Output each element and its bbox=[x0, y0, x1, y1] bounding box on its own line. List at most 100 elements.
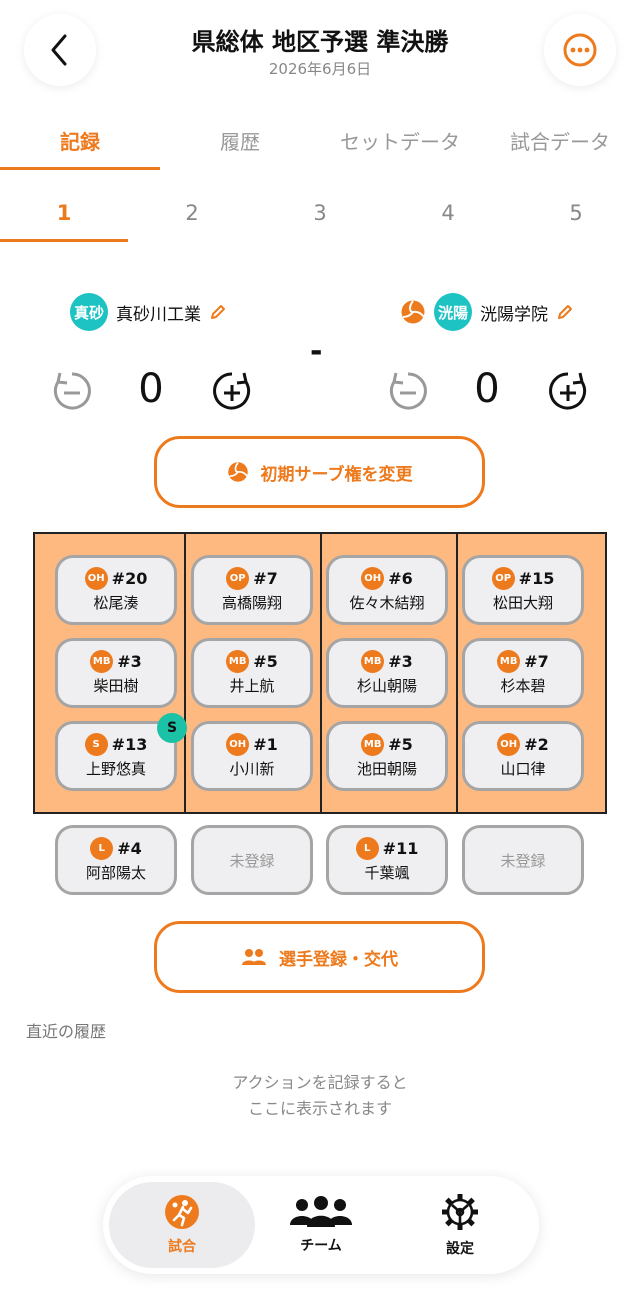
tabbar-item-settings[interactable]: 設定 bbox=[387, 1182, 533, 1268]
libero-slot[interactable]: L #4 阿部陽太 bbox=[55, 825, 177, 895]
edit-away-team-icon[interactable] bbox=[556, 303, 574, 321]
more-button[interactable] bbox=[544, 14, 616, 86]
users-icon bbox=[242, 949, 266, 965]
history-empty-message: アクションを記録すると ここに表示されます bbox=[0, 1070, 640, 1122]
tab-history[interactable]: 履歴 bbox=[160, 118, 320, 170]
court-player[interactable]: MB #7 杉本碧 bbox=[462, 638, 584, 708]
player-name: 山口律 bbox=[500, 760, 546, 778]
home-team-badge: 真砂 bbox=[70, 293, 108, 331]
tabbar-item-match[interactable]: 試合 bbox=[109, 1182, 255, 1268]
tab-record[interactable]: 記録 bbox=[0, 118, 160, 170]
tab-set-data[interactable]: セットデータ bbox=[320, 118, 480, 170]
net-line bbox=[320, 534, 322, 812]
position-badge: OP bbox=[491, 567, 515, 590]
add-point-icon bbox=[549, 372, 587, 410]
player-number: #11 bbox=[382, 839, 419, 858]
player-name: 井上航 bbox=[229, 677, 275, 695]
home-team: 真砂 真砂川工業 bbox=[70, 293, 227, 331]
position-badge: MB bbox=[497, 650, 521, 673]
court-player[interactable]: MB #5 井上航 bbox=[191, 638, 313, 708]
player-number: #20 bbox=[111, 569, 148, 588]
away-score-decrement-button[interactable] bbox=[388, 370, 428, 416]
player-name: 阿部陽太 bbox=[85, 864, 146, 882]
tabbar-label: 設定 bbox=[446, 1241, 474, 1257]
libero-slot-empty[interactable]: 未登録 bbox=[191, 825, 313, 895]
player-number: #6 bbox=[388, 569, 413, 588]
team-icon bbox=[290, 1196, 352, 1227]
position-badge: OH bbox=[226, 733, 250, 756]
away-team: 洸陽 洸陽学院 bbox=[400, 293, 574, 331]
tabbar-label: チーム bbox=[300, 1238, 342, 1254]
position-badge: OH bbox=[361, 567, 385, 590]
more-icon bbox=[563, 33, 597, 67]
unregistered-label: 未登録 bbox=[229, 851, 275, 870]
set-tabs: 1 2 3 4 5 bbox=[0, 190, 640, 242]
court-player[interactable]: OH #20 松尾湊 bbox=[55, 555, 177, 625]
history-empty-line-2: ここに表示されます bbox=[247, 1099, 392, 1118]
court-player[interactable]: OP #7 高橋陽翔 bbox=[191, 555, 313, 625]
position-badge: MB bbox=[361, 733, 385, 756]
player-name: 杉本碧 bbox=[500, 677, 546, 695]
volleyball-icon bbox=[227, 462, 248, 482]
away-score: 0 bbox=[474, 366, 500, 412]
undo-minus-icon bbox=[53, 372, 91, 410]
set-tab-4[interactable]: 4 bbox=[384, 190, 512, 242]
home-score-decrement-button[interactable] bbox=[52, 370, 92, 416]
player-number: #1 bbox=[253, 735, 278, 754]
court-player[interactable]: MB #3 柴田樹 bbox=[55, 638, 177, 708]
bottom-tab-bar: 試合 チーム 設定 bbox=[103, 1176, 539, 1274]
player-number: #2 bbox=[524, 735, 549, 754]
unregistered-label: 未登録 bbox=[500, 851, 546, 870]
home-score: 0 bbox=[138, 366, 164, 412]
player-number: #4 bbox=[117, 839, 142, 858]
edit-home-team-icon[interactable] bbox=[209, 303, 227, 321]
player-number: #3 bbox=[117, 652, 142, 671]
change-serve-button[interactable]: 初期サーブ権を変更 bbox=[154, 436, 485, 508]
position-badge: MB bbox=[90, 650, 114, 673]
recent-history-label: 直近の履歴 bbox=[26, 1022, 107, 1041]
player-name: 高橋陽翔 bbox=[221, 594, 282, 612]
player-number: #3 bbox=[388, 652, 413, 671]
player-name: 上野悠真 bbox=[85, 760, 146, 778]
score-separator: - bbox=[310, 334, 323, 369]
court-player[interactable]: MB #3 杉山朝陽 bbox=[326, 638, 448, 708]
set-tab-2[interactable]: 2 bbox=[128, 190, 256, 242]
away-team-name: 洸陽学院 bbox=[480, 304, 548, 325]
match-date: 2026年6月6日 bbox=[268, 60, 372, 78]
court-player[interactable]: MB #5 池田朝陽 bbox=[326, 721, 448, 791]
player-number: #7 bbox=[253, 569, 278, 588]
volleyball-player-icon bbox=[165, 1195, 199, 1229]
register-substitute-button[interactable]: 選手登録・交代 bbox=[154, 921, 485, 993]
player-number: #5 bbox=[253, 652, 278, 671]
player-name: 杉山朝陽 bbox=[356, 677, 417, 695]
position-badge: OH bbox=[497, 733, 521, 756]
away-team-badge: 洸陽 bbox=[434, 293, 472, 331]
server-badge: S bbox=[157, 713, 187, 743]
position-badge: OP bbox=[226, 567, 250, 590]
court-player[interactable]: OH #6 佐々木結翔 bbox=[326, 555, 448, 625]
court-line bbox=[184, 534, 186, 812]
home-score-increment-button[interactable] bbox=[212, 370, 252, 416]
home-team-name: 真砂川工業 bbox=[116, 304, 201, 325]
court-player[interactable]: OP #15 松田大翔 bbox=[462, 555, 584, 625]
serve-volleyball-icon bbox=[401, 300, 425, 324]
libero-slot[interactable]: L #11 千葉颯 bbox=[326, 825, 448, 895]
set-tab-1[interactable]: 1 bbox=[0, 190, 128, 242]
set-tab-3[interactable]: 3 bbox=[256, 190, 384, 242]
player-name: 千葉颯 bbox=[364, 864, 410, 882]
player-name: 松田大翔 bbox=[492, 594, 553, 612]
player-name: 池田朝陽 bbox=[356, 760, 417, 778]
court-player[interactable]: OH #1 小川新 bbox=[191, 721, 313, 791]
tabbar-item-team[interactable]: チーム bbox=[248, 1182, 394, 1268]
undo-minus-icon bbox=[389, 372, 427, 410]
set-tab-5[interactable]: 5 bbox=[512, 190, 640, 242]
libero-slot-empty[interactable]: 未登録 bbox=[462, 825, 584, 895]
position-badge: MB bbox=[226, 650, 250, 673]
away-score-increment-button[interactable] bbox=[548, 370, 588, 416]
history-empty-line-1: アクションを記録すると bbox=[232, 1073, 408, 1092]
court-player[interactable]: OH #2 山口律 bbox=[462, 721, 584, 791]
position-badge: L bbox=[90, 837, 114, 860]
player-number: #13 bbox=[111, 735, 148, 754]
tab-match-data[interactable]: 試合データ bbox=[480, 118, 640, 170]
court-line bbox=[456, 534, 458, 812]
